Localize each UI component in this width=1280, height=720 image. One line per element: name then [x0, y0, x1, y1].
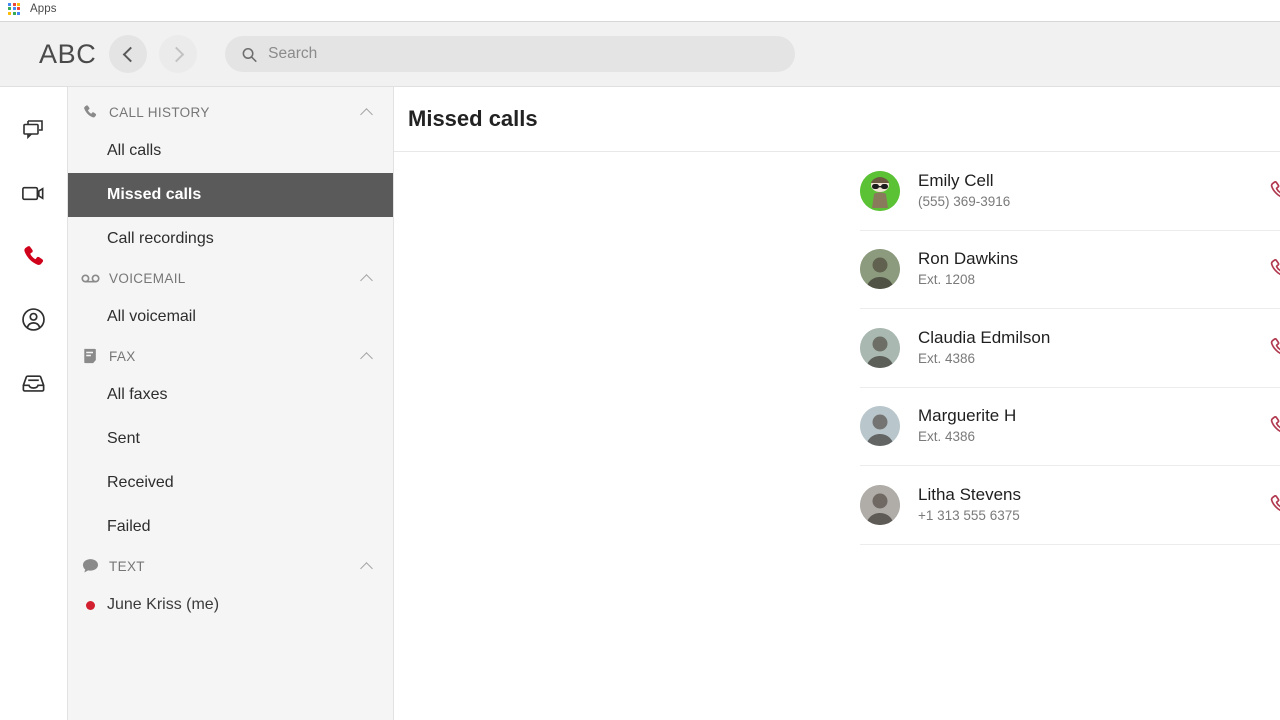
sidebar-section-fax[interactable]: FAX	[68, 339, 393, 373]
brand-logo: ABC	[39, 38, 97, 69]
caller-number: (555) 369-3916	[918, 193, 1011, 209]
fax-document-icon	[80, 346, 100, 366]
apps-grid-icon[interactable]	[8, 2, 22, 17]
missed-call-icon[interactable]	[1264, 409, 1280, 443]
sidebar-item-failed[interactable]: Failed	[68, 505, 393, 549]
person-circle-icon	[22, 307, 45, 331]
sidebar-item-label: All voicemail	[107, 308, 196, 325]
sidebar-section-label: TEXT	[109, 558, 145, 574]
chevron-up-icon[interactable]	[360, 561, 373, 575]
call-row[interactable]: Claudia Edmilson Ext. 4386	[860, 309, 1280, 388]
phone-icon	[84, 105, 97, 118]
voicemail-icon	[80, 268, 100, 288]
rail-item-phone[interactable]	[15, 237, 53, 275]
main-header: Missed calls	[394, 87, 1280, 152]
chevron-up-icon[interactable]	[360, 273, 373, 287]
caller-number: Ext. 1208	[918, 272, 976, 288]
search-icon	[242, 47, 257, 62]
caller-number: Ext. 4386	[918, 429, 976, 445]
sidebar-item-received[interactable]: Received	[68, 461, 393, 505]
call-meta: Claudia Edmilson Ext. 4386	[918, 327, 1264, 369]
voicemail-icon	[80, 274, 100, 282]
missed-call-icon[interactable]	[1264, 174, 1280, 208]
inbox-tray-icon	[22, 374, 45, 392]
avatar	[860, 249, 900, 290]
sidebar-item-missed-calls[interactable]: Missed calls	[68, 173, 393, 217]
caller-name: Litha Stevens	[918, 484, 1022, 504]
chevron-left-icon	[122, 46, 138, 62]
app-header: ABC	[0, 22, 1280, 87]
missed-call-icon[interactable]	[1264, 331, 1280, 365]
back-button[interactable]	[109, 35, 147, 73]
sidebar-item-all-voicemail[interactable]: All voicemail	[68, 295, 393, 339]
rail-item-contacts[interactable]	[15, 300, 53, 338]
avatar	[860, 484, 900, 525]
app-body: CALL HISTORY All calls Missed calls Call re…	[0, 87, 1280, 720]
caller-name: Emily Cell	[918, 170, 994, 190]
sidebar-item-sent[interactable]: Sent	[68, 417, 393, 461]
missed-calls-list: Emily Cell (555) 369-3916 Ron Dawkins Ext. …	[394, 152, 1280, 720]
caller-number: Ext. 4386	[918, 350, 976, 366]
sidebar-item-all-faxes[interactable]: All faxes	[68, 373, 393, 417]
caller-name: Marguerite H	[918, 406, 1017, 426]
avatar	[860, 170, 900, 211]
call-meta: Litha Stevens +1 313 555 6375	[918, 484, 1264, 526]
rail-item-inbox[interactable]	[15, 363, 53, 401]
sidebar-item-label: All faxes	[107, 386, 168, 403]
chevron-right-icon	[168, 46, 184, 62]
call-row[interactable]: Marguerite H Ext. 4386	[860, 388, 1280, 466]
sidebar-item-label: Failed	[107, 518, 151, 535]
missed-call-icon[interactable]	[1264, 252, 1280, 286]
chevron-up-icon[interactable]	[360, 351, 373, 365]
sidebar-item-june-kriss-me[interactable]: June Kriss (me)	[68, 583, 393, 627]
forward-button[interactable]	[159, 35, 197, 73]
chevron-up-icon[interactable]	[360, 107, 373, 121]
call-meta: Emily Cell (555) 369-3916	[918, 170, 1264, 212]
search-input[interactable]	[268, 45, 779, 63]
call-row[interactable]: Emily Cell (555) 369-3916	[860, 152, 1280, 231]
sidebar-item-label: Missed calls	[107, 186, 202, 203]
search-bar[interactable]	[225, 36, 795, 72]
caller-number: +1 313 555 6375	[918, 507, 1020, 523]
sidebar-item-label: All calls	[107, 142, 162, 159]
icon-rail	[0, 87, 68, 720]
caller-name: Claudia Edmilson	[918, 327, 1051, 347]
sidebar-section-label: VOICEMAIL	[109, 270, 186, 286]
sidebar-item-label: Received	[107, 474, 174, 491]
messages-icon	[22, 120, 43, 140]
call-meta: Ron Dawkins Ext. 1208	[918, 248, 1264, 290]
sidebar-item-label: Call recordings	[107, 230, 214, 247]
rail-item-video[interactable]	[15, 174, 53, 212]
page-title: Missed calls	[408, 106, 538, 131]
sidebar-section-call-history[interactable]: CALL HISTORY	[68, 95, 393, 129]
browser-bookmarks-bar: Apps	[0, 0, 1280, 22]
avatar	[860, 327, 900, 368]
fax-document-icon	[83, 348, 96, 364]
apps-bookmark-label[interactable]: Apps	[30, 3, 57, 15]
phone-icon	[24, 245, 44, 265]
sidebar-item-all-calls[interactable]: All calls	[68, 129, 393, 173]
missed-call-icon[interactable]	[1264, 488, 1280, 522]
sidebar-section-text[interactable]: TEXT	[68, 549, 393, 583]
sidebar-section-label: FAX	[109, 348, 136, 364]
caller-name: Ron Dawkins	[918, 249, 1019, 269]
call-row[interactable]: Ron Dawkins Ext. 1208	[860, 231, 1280, 309]
sidebar-section-label: CALL HISTORY	[109, 104, 210, 120]
unread-dot	[86, 600, 95, 610]
chat-bubble-icon	[82, 559, 98, 573]
phone-icon	[80, 102, 100, 122]
chat-bubble-icon	[80, 556, 100, 576]
avatar	[860, 406, 900, 447]
sidebar: CALL HISTORY All calls Missed calls Call re…	[68, 87, 394, 720]
sidebar-item-label: June Kriss (me)	[107, 596, 220, 613]
rail-item-messages[interactable]	[15, 111, 53, 149]
call-row[interactable]: Litha Stevens +1 313 555 6375	[860, 466, 1280, 545]
sidebar-item-label: Sent	[107, 430, 140, 447]
main-content: Missed calls Emily Cell (555) 369-3916 Ron…	[394, 87, 1280, 720]
video-camera-icon	[22, 186, 44, 200]
sidebar-section-voicemail[interactable]: VOICEMAIL	[68, 261, 393, 295]
call-meta: Marguerite H Ext. 4386	[918, 405, 1264, 447]
sidebar-item-call-recordings[interactable]: Call recordings	[68, 217, 393, 261]
